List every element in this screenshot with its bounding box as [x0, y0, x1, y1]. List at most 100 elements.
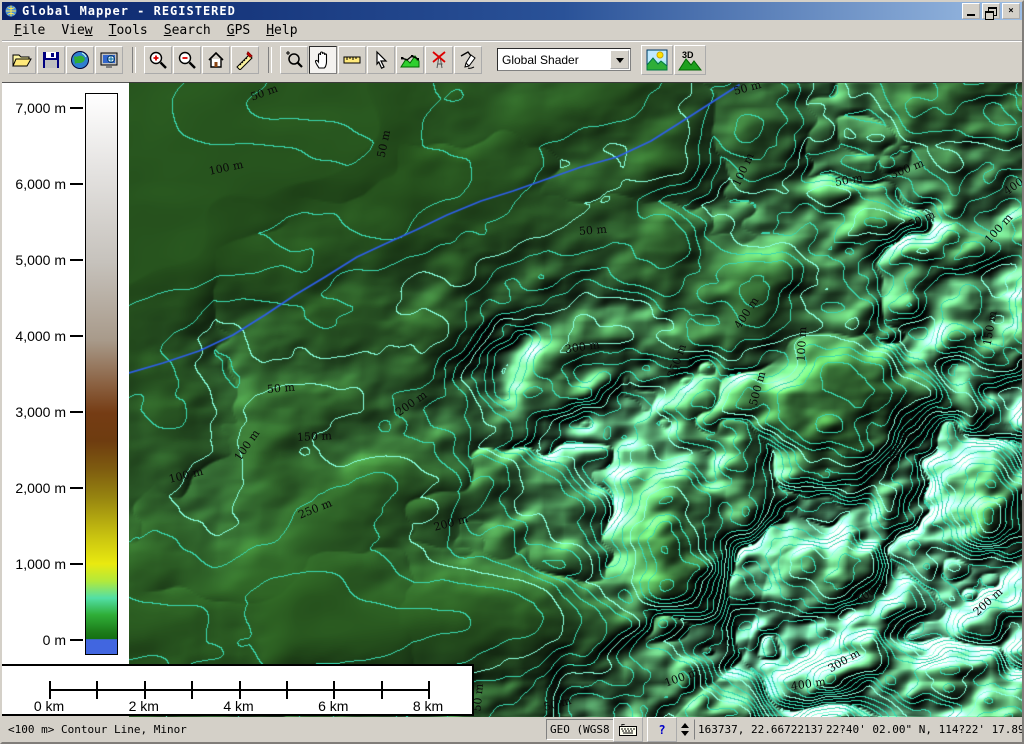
legend-tick-mark [70, 639, 83, 641]
keyboard-button[interactable] [613, 717, 643, 742]
open-icon [12, 50, 32, 70]
map-canvas[interactable] [129, 83, 1023, 717]
scale-tick [428, 681, 430, 699]
menu-view[interactable]: View [53, 21, 100, 40]
image-swatch-icon [646, 49, 668, 71]
zoom-out-button[interactable] [173, 46, 201, 74]
scale-tick [381, 681, 383, 699]
toolbar-separator [132, 47, 136, 73]
scale-label: 6 km [303, 698, 363, 714]
scale-label: 4 km [209, 698, 269, 714]
legend-tick-label: 0 m [2, 632, 66, 648]
toolbar-separator [268, 47, 272, 73]
legend-tick-mark [70, 335, 83, 337]
menu-file[interactable]: File [6, 21, 53, 40]
status-bar: <100 m> Contour Line, Minor GEO (WGS8 ? … [2, 716, 1022, 744]
toolbar: Global Shader 3D [2, 41, 1022, 77]
open-button[interactable] [8, 46, 36, 74]
3d-view-icon: 3D [678, 49, 702, 71]
menu-tools[interactable]: Tools [101, 21, 156, 40]
zoom-in-button[interactable] [144, 46, 172, 74]
svg-text:3D: 3D [682, 50, 694, 60]
status-feature-text: <100 m> Contour Line, Minor [4, 719, 548, 740]
legend-tick-label: 4,000 m [2, 328, 66, 344]
scale-tick [49, 681, 51, 699]
view-shed-tool-button[interactable] [425, 46, 453, 74]
contour-label: 100 m [795, 326, 810, 362]
path-profile-tool-button[interactable] [396, 46, 424, 74]
map-layout-icon [235, 50, 255, 70]
chevron-down-icon[interactable] [610, 50, 629, 69]
path-profile-tool-icon [400, 50, 420, 70]
world-icon [70, 50, 90, 70]
map-view[interactable]: 50 m100 m50 m50 m50 m100 m50 m300 m400 m… [129, 82, 1023, 717]
save-button[interactable] [37, 46, 65, 74]
restore-button[interactable] [982, 3, 1000, 19]
pointer-tool-icon [371, 50, 391, 70]
scale-tick [96, 681, 98, 699]
legend-tick-mark [70, 259, 83, 261]
contour-label: 150 m [297, 429, 333, 444]
title-bar[interactable]: Global Mapper - REGISTERED × [2, 2, 1022, 20]
full-view-icon [206, 50, 226, 70]
capture-icon [99, 50, 119, 70]
legend-tick-label: 6,000 m [2, 176, 66, 192]
scale-label: 0 km [19, 698, 79, 714]
status-projection: GEO (WGS8 [546, 719, 616, 740]
elevation-legend: 7,000 m6,000 m5,000 m4,000 m3,000 m2,000… [2, 82, 129, 665]
map-layout-button[interactable] [231, 46, 259, 74]
minimize-button[interactable] [962, 3, 980, 19]
zoom-out-icon [177, 50, 197, 70]
capture-button[interactable] [95, 46, 123, 74]
legend-tick-label: 1,000 m [2, 556, 66, 572]
scale-tick [286, 681, 288, 699]
coordinate-spinner[interactable] [678, 719, 691, 739]
zoom-in-icon [148, 50, 168, 70]
menu-search[interactable]: Search [156, 21, 219, 40]
zoom-tool-button[interactable] [280, 46, 308, 74]
elevation-gradient-bar [85, 93, 118, 655]
3d-view-button[interactable]: 3D [674, 45, 706, 75]
legend-tick-mark [70, 411, 83, 413]
spinner-down-icon [681, 731, 689, 740]
window-title: Global Mapper - REGISTERED [22, 4, 236, 18]
status-coordinates: 163737, 22.66722137 ) [694, 719, 828, 740]
contour-label: 50 m [266, 381, 295, 396]
measure-tool-button[interactable] [338, 46, 366, 74]
legend-tick-mark [70, 183, 83, 185]
zoom-tool-icon [284, 50, 304, 70]
digitizer-tool-button[interactable] [454, 46, 482, 74]
scale-tick [144, 681, 146, 699]
legend-tick-mark [70, 107, 83, 109]
scale-bar: 0 km 2 km 4 km 6 km 8 km [2, 664, 474, 716]
measure-tool-icon [342, 50, 362, 70]
help-button[interactable]: ? [647, 717, 677, 742]
legend-tick-mark [70, 563, 83, 565]
client-area: 7,000 m6,000 m5,000 m4,000 m3,000 m2,000… [2, 76, 1022, 742]
scale-label: 2 km [114, 698, 174, 714]
pan-tool-button[interactable] [309, 46, 337, 74]
legend-tick-label: 2,000 m [2, 480, 66, 496]
save-icon [41, 50, 61, 70]
scale-tick [191, 681, 193, 699]
scale-label: 8 km [398, 698, 458, 714]
image-swatch-button[interactable] [641, 45, 673, 75]
shader-dropdown-value: Global Shader [498, 53, 610, 67]
menu-help[interactable]: Help [258, 21, 305, 40]
world-button[interactable] [66, 46, 94, 74]
spinner-up-icon [681, 719, 689, 728]
close-button[interactable]: × [1002, 3, 1020, 19]
keyboard-icon [619, 724, 637, 736]
pointer-tool-button[interactable] [367, 46, 395, 74]
full-view-button[interactable] [202, 46, 230, 74]
close-icon: × [1008, 6, 1013, 16]
menu-gps[interactable]: GPS [219, 21, 258, 40]
view-shed-tool-icon [429, 50, 449, 70]
status-latlon: 22?40' 02.00" N, 114?22' 17.89" E [822, 719, 1024, 740]
legend-tick-mark [70, 487, 83, 489]
app-window: Global Mapper - REGISTERED × FileViewToo… [0, 0, 1024, 744]
shader-dropdown[interactable]: Global Shader [497, 48, 631, 71]
app-icon [4, 4, 18, 18]
legend-tick-label: 3,000 m [2, 404, 66, 420]
contour-label: 50 m [578, 223, 607, 238]
